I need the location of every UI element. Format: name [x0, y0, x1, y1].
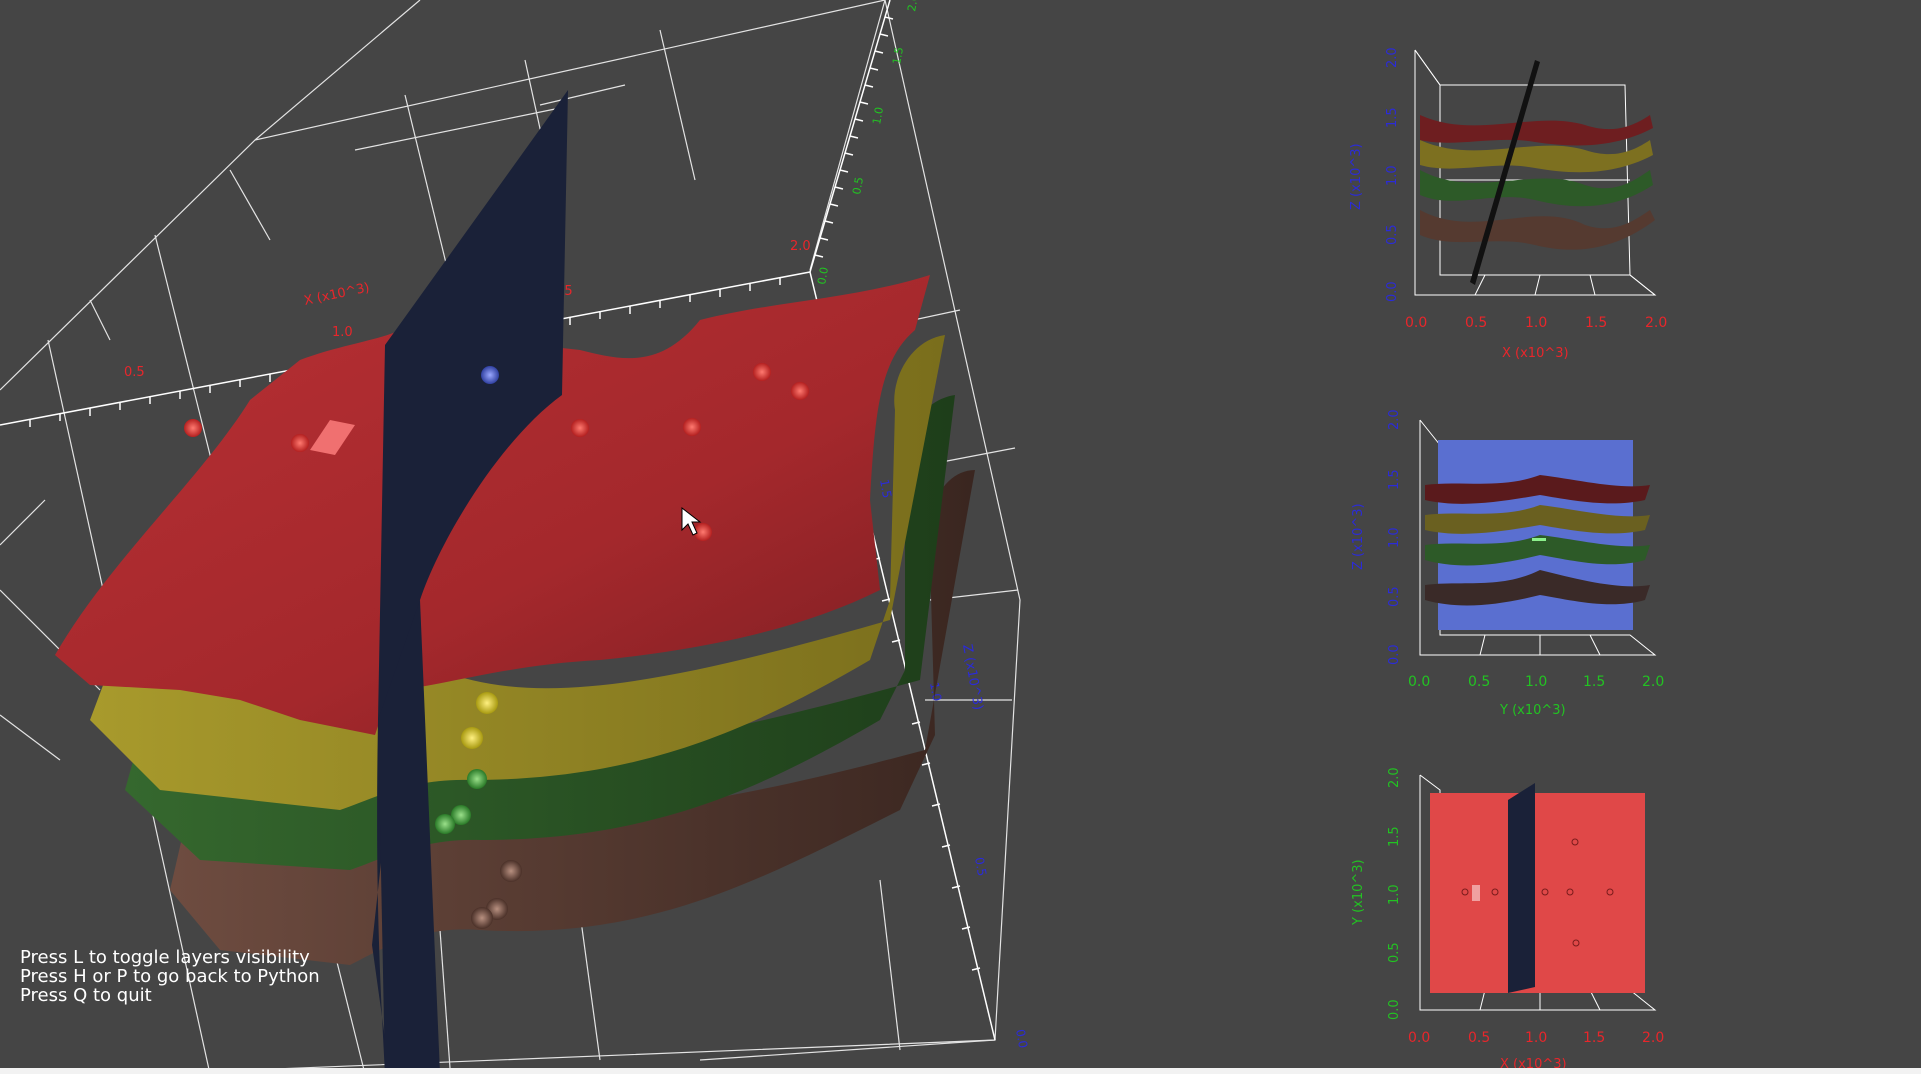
- point-red: [291, 434, 309, 452]
- svg-text:1.0: 1.0: [1525, 674, 1547, 690]
- svg-text:1.5: 1.5: [1387, 469, 1402, 490]
- svg-text:0.0: 0.0: [1387, 644, 1402, 665]
- point-green: [435, 814, 455, 834]
- svg-text:0.5: 0.5: [1387, 586, 1402, 607]
- point-green: [467, 769, 487, 789]
- svg-text:0.5: 0.5: [1387, 942, 1402, 963]
- svg-text:0.0: 0.0: [1405, 315, 1427, 331]
- svg-text:2.0: 2.0: [1387, 409, 1402, 430]
- svg-text:0.5: 0.5: [1468, 1030, 1490, 1046]
- svg-text:1.5: 1.5: [1585, 315, 1607, 331]
- point-yellow: [461, 727, 483, 749]
- x-tick-label: 0.5: [124, 365, 145, 380]
- svg-text:0.0: 0.0: [1408, 1030, 1430, 1046]
- svg-text:1.0: 1.0: [1525, 315, 1547, 331]
- z-tick-label: 1.5: [877, 478, 894, 499]
- svg-text:1.5: 1.5: [1583, 674, 1605, 690]
- z-axis-title: Z (x10^3): [959, 643, 985, 711]
- xz-side-view[interactable]: [1335, 43, 1657, 296]
- svg-text:1.0: 1.0: [1387, 884, 1402, 905]
- y-tick-label: 0.5: [850, 176, 866, 195]
- y-tick-label: 1.0: [870, 106, 886, 125]
- yz-side-view[interactable]: [1419, 419, 1657, 656]
- window-bottom-border: [0, 1068, 1921, 1074]
- z-tick-label: 0.0: [1013, 1028, 1030, 1049]
- svg-text:0.5: 0.5: [1385, 224, 1400, 245]
- 3d-viewport[interactable]: X (x10^3) 0.5 1.0 1.5 2.0 0.0 0.5 1.0 1.…: [0, 0, 1921, 1074]
- svg-text:Z (x10^3): Z (x10^3): [1349, 143, 1364, 210]
- svg-text:0.0: 0.0: [1387, 999, 1402, 1020]
- xy-top-view[interactable]: [1419, 774, 1657, 1011]
- svg-text:Y (x10^3): Y (x10^3): [1499, 703, 1566, 718]
- svg-text:2.0: 2.0: [1387, 767, 1402, 788]
- help-line-back-to-python: Press H or P to go back to Python: [20, 966, 320, 987]
- xz-axis-labels: 0.0 0.5 1.0 1.5 2.0 Z (x10^3) 0.0 0.5 1.…: [1349, 47, 1667, 361]
- xz-layer-red: [1420, 115, 1653, 146]
- keyboard-help-overlay: Press L to toggle layers visibility Pres…: [20, 948, 320, 1005]
- y-axis: [809, 0, 894, 273]
- x-axis-title: X (x10^3): [303, 280, 371, 309]
- point-red: [753, 363, 771, 381]
- point-brown: [500, 860, 522, 882]
- x-tick-label: 2.0: [790, 239, 811, 254]
- point-brown: [471, 907, 493, 929]
- svg-text:0.5: 0.5: [1465, 315, 1487, 331]
- svg-text:Y (x10^3): Y (x10^3): [1351, 859, 1366, 926]
- svg-text:0.0: 0.0: [1408, 674, 1430, 690]
- svg-text:1.5: 1.5: [1385, 107, 1400, 128]
- svg-text:1.0: 1.0: [1385, 165, 1400, 186]
- xz-layer-yellow: [1420, 140, 1653, 173]
- x-tick-label: 1.0: [332, 325, 353, 340]
- help-line-toggle-layers: Press L to toggle layers visibility: [20, 947, 310, 968]
- xy-highlight: [1472, 885, 1480, 901]
- svg-text:X (x10^3): X (x10^3): [1502, 346, 1569, 361]
- svg-text:1.0: 1.0: [1525, 1030, 1547, 1046]
- y-tick-label: 1.5: [890, 46, 906, 65]
- svg-text:2.0: 2.0: [1642, 674, 1664, 690]
- svg-text:Z (x10^3): Z (x10^3): [1351, 503, 1366, 570]
- svg-text:0.0: 0.0: [1385, 281, 1400, 302]
- svg-text:0.5: 0.5: [1468, 674, 1490, 690]
- help-line-quit: Press Q to quit: [20, 985, 152, 1006]
- point-red: [791, 382, 809, 400]
- svg-text:2.0: 2.0: [1642, 1030, 1664, 1046]
- svg-text:1.5: 1.5: [1387, 826, 1402, 847]
- point-blue: [481, 366, 499, 384]
- svg-text:2.0: 2.0: [1645, 315, 1667, 331]
- svg-text:1.0: 1.0: [1387, 527, 1402, 548]
- xz-layer-brown: [1420, 210, 1655, 250]
- xz-cut-plane: [1470, 60, 1540, 285]
- point-red: [184, 419, 202, 437]
- xy-cut-plane: [1508, 783, 1535, 993]
- svg-text:2.0: 2.0: [1385, 47, 1400, 68]
- point-yellow: [476, 692, 498, 714]
- z-tick-label: 0.5: [972, 856, 989, 877]
- xz-layer-green: [1420, 170, 1653, 207]
- y-tick-label: 0.0: [815, 266, 831, 285]
- point-red: [571, 419, 589, 437]
- svg-text:1.5: 1.5: [1583, 1030, 1605, 1046]
- point-red: [683, 418, 701, 436]
- yz-highlight: [1532, 538, 1546, 541]
- main-3d-view[interactable]: X (x10^3) 0.5 1.0 1.5 2.0 0.0 0.5 1.0 1.…: [0, 0, 1030, 1074]
- y-tick-label: 2.0: [905, 0, 921, 13]
